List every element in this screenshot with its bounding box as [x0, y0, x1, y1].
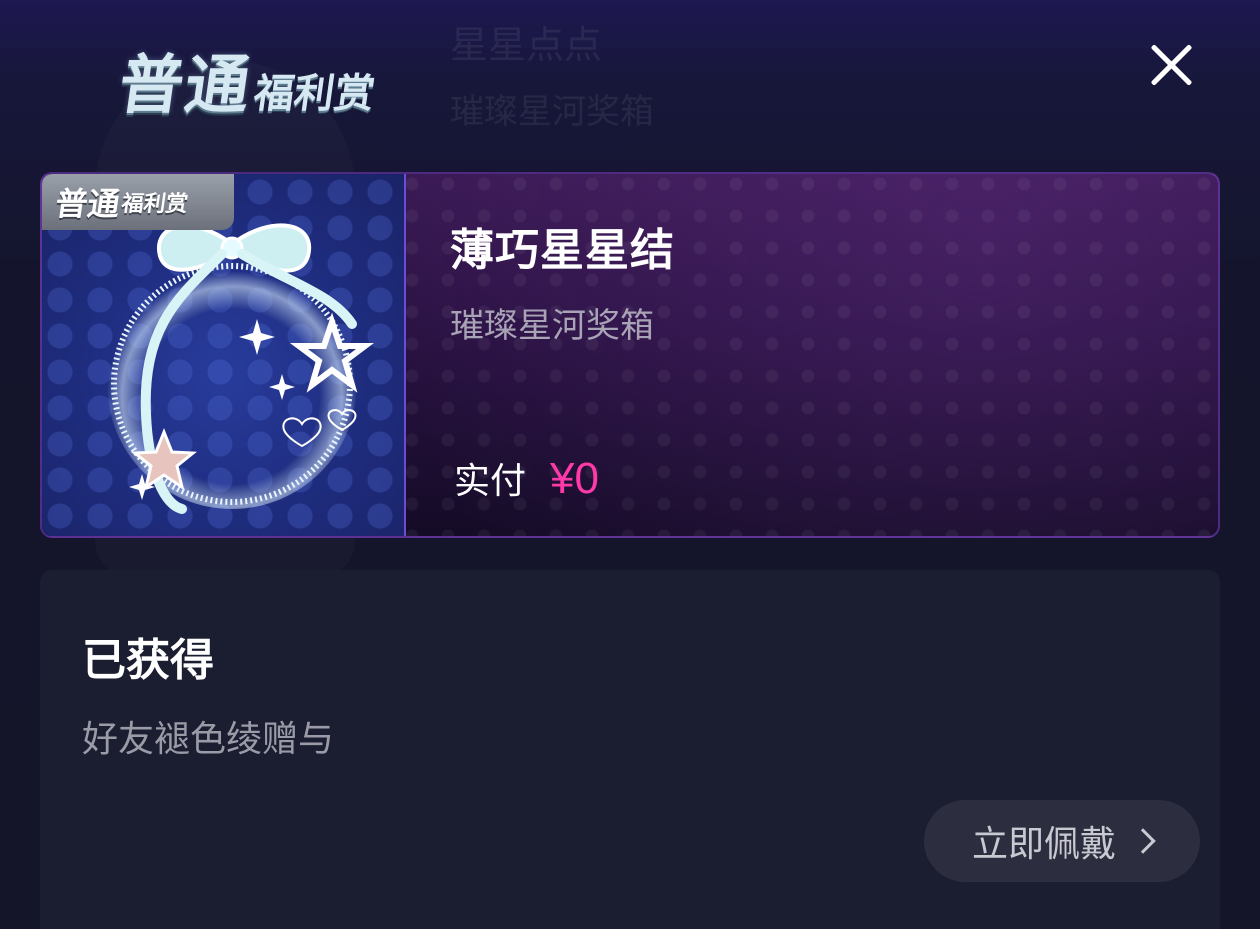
- price-row: 实付 ¥0: [454, 452, 599, 504]
- wear-now-label: 立即佩戴: [971, 824, 1116, 865]
- reward-card: 普通 福利赏 薄巧星星结 璀璨星河奖箱 实付 ¥0: [40, 172, 1220, 538]
- bubble-frame-icon: [107, 223, 374, 514]
- item-name: 薄巧星星结: [450, 225, 675, 276]
- tier-logo-sub: 福利赏: [251, 71, 378, 117]
- reward-detail-page: 星星点点 璀璨星河奖箱 普通 福利赏 普通 福利赏 薄巧星星结 璀璨星河奖箱 实…: [0, 0, 1260, 929]
- item-source: 璀璨星河奖箱: [450, 306, 654, 346]
- status-title: 已获得: [82, 635, 214, 686]
- background-title: 星星点点: [450, 23, 603, 67]
- wear-now-button[interactable]: 立即佩戴: [924, 800, 1200, 882]
- reward-thumbnail[interactable]: 普通 福利赏: [42, 174, 406, 536]
- background-subtitle: 璀璨星河奖箱: [450, 92, 654, 132]
- tier-logo-main: 普通: [114, 49, 257, 123]
- tier-badge-main: 普通: [53, 185, 123, 223]
- tier-logo: 普通 福利赏: [114, 18, 385, 123]
- tier-badge: 普通 福利赏: [42, 174, 234, 230]
- close-icon[interactable]: [1142, 36, 1200, 94]
- price-label: 实付: [454, 461, 527, 502]
- tier-badge-sub: 福利赏: [119, 192, 190, 217]
- chevron-right-icon: [1130, 828, 1156, 854]
- status-description: 好友褪色绫赠与: [82, 719, 335, 760]
- status-panel: 已获得 好友褪色绫赠与 立即佩戴: [40, 570, 1220, 929]
- price-value: ¥0: [550, 454, 599, 503]
